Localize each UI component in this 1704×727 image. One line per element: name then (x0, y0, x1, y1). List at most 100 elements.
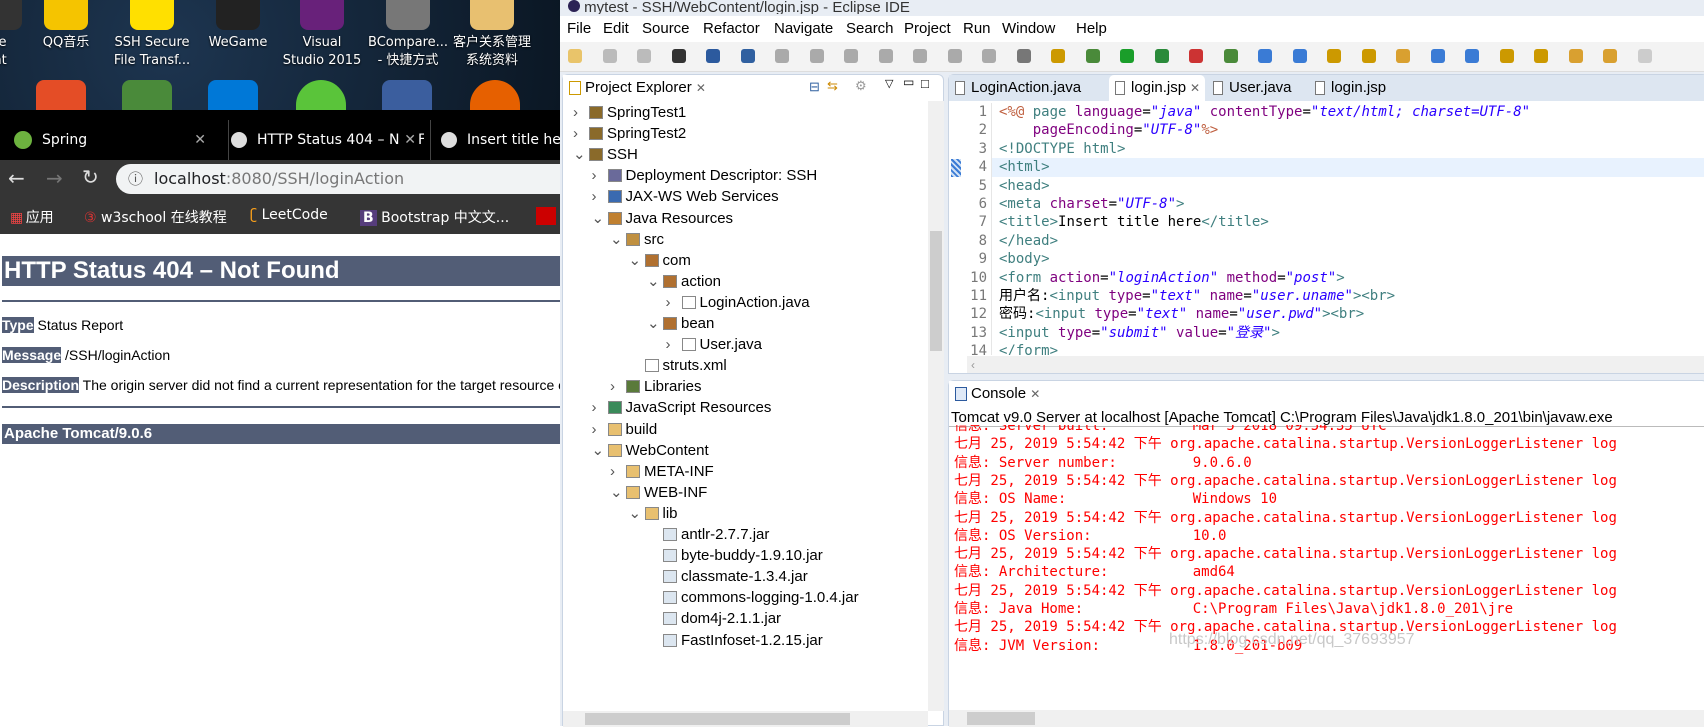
open-type-icon[interactable] (1327, 49, 1341, 63)
tree-item[interactable]: ⌄ SSH (563, 144, 928, 165)
editor-tab[interactable]: login.jsp (1309, 75, 1419, 101)
run-icon[interactable] (1120, 49, 1134, 63)
tab-console[interactable]: Console ✕ (949, 381, 1040, 407)
code-editor[interactable]: 1 <%@ page language="java" contentType="t… (957, 103, 1704, 355)
filters-icon[interactable]: ⚙ (855, 78, 867, 94)
tab-project-explorer[interactable]: Project Explorer ✕ (563, 75, 773, 101)
search-icon[interactable] (1396, 49, 1410, 63)
profile-icon[interactable] (671, 49, 686, 63)
step-return-icon[interactable] (982, 49, 996, 63)
tree-item[interactable]: commons-logging-1.0.4.jar (563, 587, 928, 608)
new-web-icon[interactable] (1258, 49, 1272, 63)
tree-item[interactable]: dom4j-2.1.1.jar (563, 608, 928, 629)
network-app-icon[interactable] (122, 80, 172, 110)
save-icon[interactable] (602, 49, 617, 63)
editor-horizontal-scrollbar[interactable]: ‹ (967, 356, 1704, 373)
new-server-icon[interactable] (1223, 49, 1238, 63)
firefox-icon[interactable] (470, 80, 520, 110)
chevron-right-icon[interactable]: › (666, 334, 671, 355)
bookmark-apps[interactable]: ▦ 应用 (10, 207, 54, 227)
menu-source[interactable]: Source (642, 20, 690, 37)
tree-item[interactable]: ⌄ src (563, 229, 928, 250)
use-step-filters-icon[interactable] (1051, 49, 1065, 63)
new-class-icon[interactable] (1292, 49, 1307, 63)
tree-item[interactable]: ⌄ Java Resources (563, 208, 928, 229)
tree-item[interactable]: byte-buddy-1.9.10.jar (563, 545, 928, 566)
chevron-right-icon[interactable]: › (592, 397, 597, 418)
menu-project[interactable]: Project (904, 20, 951, 37)
globe-icon[interactable] (1430, 49, 1445, 63)
tree-item[interactable]: › build (563, 419, 928, 440)
debug-icon[interactable] (1085, 49, 1100, 63)
tree-item[interactable]: › User.java (563, 334, 928, 355)
tree-item[interactable]: ⌄ WebContent (563, 440, 928, 461)
tree-item[interactable]: › SpringTest2 (563, 123, 928, 144)
desktop-icon[interactable]: QQ音乐 (26, 0, 106, 52)
coverage-icon[interactable] (1154, 49, 1169, 63)
desktop-icon[interactable]: 客户关系管理 系统资料 (452, 0, 532, 70)
chevron-right-icon[interactable]: › (610, 376, 615, 397)
desktop-icon[interactable]: SSH Secure File Transf... (112, 0, 192, 70)
browser-tab-insert-title[interactable]: Insert title here (430, 120, 560, 160)
console-output[interactable]: 信息: Server built: Mar 5 2018 09:54:35 UT… (949, 425, 1704, 710)
scrollbar-thumb[interactable] (967, 712, 1035, 725)
suspend-icon[interactable] (809, 49, 824, 63)
reload-icon[interactable]: ↻ (82, 165, 99, 189)
chevron-down-icon[interactable]: ⌄ (647, 313, 660, 334)
menu-navigate[interactable]: Navigate (774, 20, 833, 37)
browser-tab-spring[interactable]: Spring ✕ (14, 120, 214, 160)
menu-search[interactable]: Search (846, 20, 894, 37)
next-annotation-icon[interactable] (1499, 49, 1514, 63)
chevron-down-icon[interactable]: ⌄ (610, 482, 623, 503)
chevron-down-icon[interactable]: ⌄ (629, 503, 642, 524)
external-tools-icon[interactable] (1189, 49, 1203, 63)
tree-item[interactable]: struts.xml (563, 355, 928, 376)
bookmark-c-icon[interactable] (536, 207, 556, 225)
view-menu-icon[interactable]: ▽ (885, 77, 893, 90)
chevron-down-icon[interactable]: ⌄ (592, 440, 605, 461)
menu-run[interactable]: Run (963, 20, 991, 37)
close-tab-icon[interactable]: ✕ (400, 120, 416, 160)
collapse-all-icon[interactable]: ⊟ (809, 79, 820, 95)
chevron-right-icon[interactable]: › (610, 461, 615, 482)
chevron-right-icon[interactable]: › (592, 419, 597, 440)
save-all-icon[interactable] (637, 49, 651, 63)
tree-item[interactable]: › Deployment Descriptor: SSH (563, 165, 928, 186)
scrollbar-thumb[interactable] (930, 231, 942, 351)
address-bar[interactable]: ⓘ localhost:8080/SSH/loginAction (116, 164, 576, 194)
tree-item[interactable]: › SpringTest1 (563, 102, 928, 123)
chevron-right-icon[interactable]: › (573, 123, 578, 144)
tree-item[interactable]: antlr-2.7.7.jar (563, 524, 928, 545)
new-icon[interactable] (568, 49, 582, 63)
tree-item[interactable]: ⌄ action (563, 271, 928, 292)
step-into-icon[interactable] (913, 49, 927, 63)
disconnect-icon[interactable] (878, 49, 893, 63)
maximize-icon[interactable]: □ (921, 76, 929, 91)
menu-help[interactable]: Help (1076, 20, 1107, 37)
menu-refactor[interactable]: Refactor (703, 20, 760, 37)
editor-tab[interactable]: LoginAction.java (949, 75, 1107, 101)
link-editor-icon[interactable]: ⇆ (827, 78, 838, 94)
tree-item[interactable]: ⌄ com (563, 250, 928, 271)
chevron-down-icon[interactable]: ⌄ (647, 271, 660, 292)
terminal-icon[interactable] (706, 49, 720, 63)
tree-item[interactable]: ⌄ bean (563, 313, 928, 334)
chevron-right-icon[interactable]: › (666, 292, 671, 313)
close-tab-icon[interactable]: ✕ (194, 120, 206, 160)
last-edit-icon[interactable] (1568, 49, 1583, 63)
open-perspective-icon[interactable] (1465, 49, 1479, 63)
close-icon[interactable]: ✕ (696, 81, 706, 95)
chevron-down-icon[interactable]: ⌄ (610, 229, 623, 250)
chevron-down-icon[interactable]: ⌄ (573, 144, 586, 165)
tree-item[interactable]: ⌄ WEB-INF (563, 482, 928, 503)
menu-window[interactable]: Window (1002, 20, 1055, 37)
drop-frame-icon[interactable] (1016, 49, 1031, 63)
console-horizontal-scrollbar[interactable] (949, 710, 1704, 727)
close-icon[interactable]: ✕ (1030, 387, 1040, 401)
vertical-scrollbar[interactable] (928, 101, 944, 711)
tree-item[interactable]: › META-INF (563, 461, 928, 482)
html-app-icon[interactable] (36, 80, 86, 110)
menu-edit[interactable]: Edit (603, 20, 629, 37)
editor-tab[interactable]: User.java (1207, 75, 1307, 101)
open-task-icon[interactable] (1361, 49, 1376, 63)
